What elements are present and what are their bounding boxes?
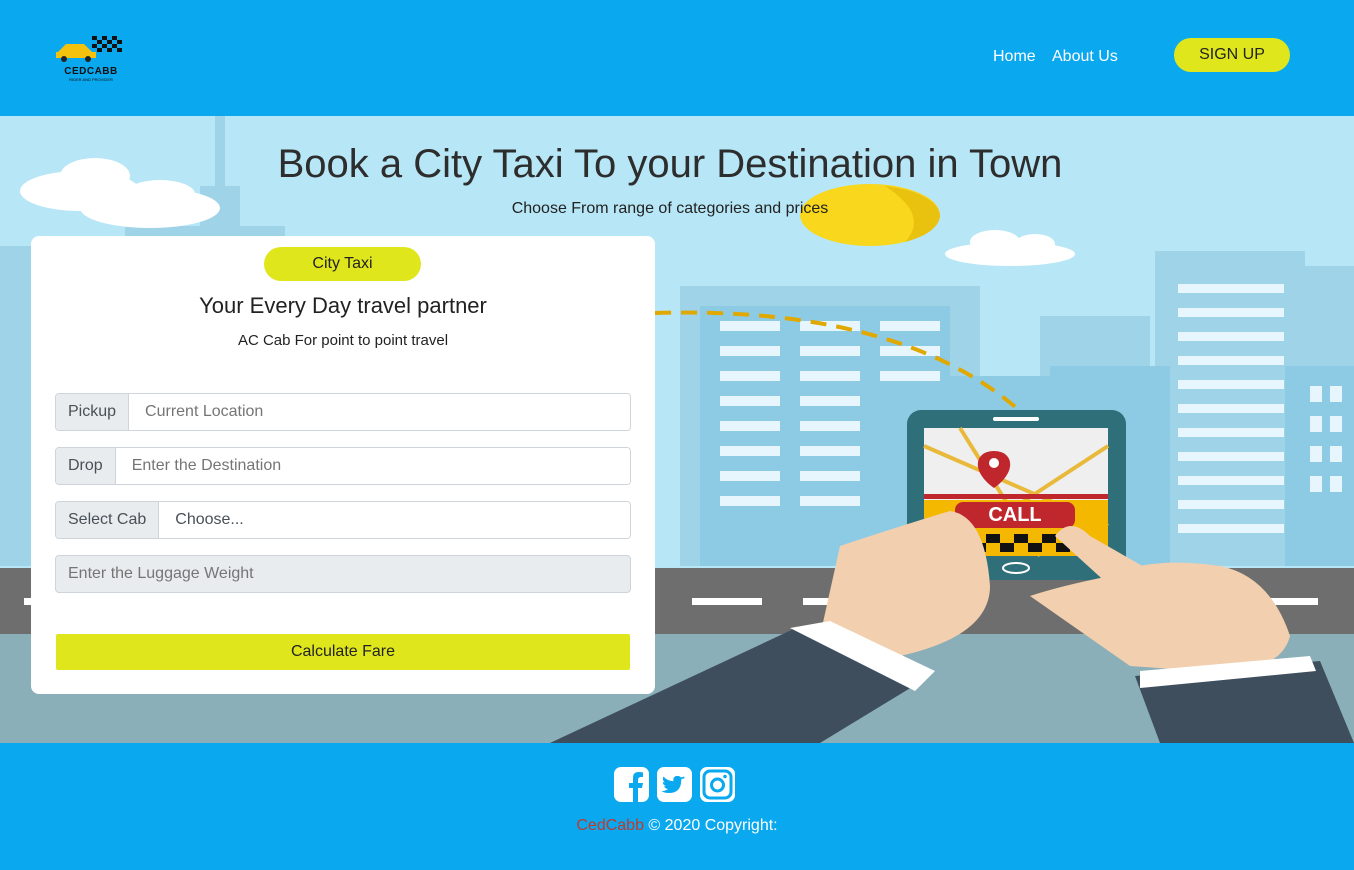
luggage-weight-input[interactable] <box>55 555 631 593</box>
signup-button[interactable]: SIGN UP <box>1174 38 1290 72</box>
nav-home-link[interactable]: Home <box>993 48 1036 66</box>
booking-subtitle: AC Cab For point to point travel <box>237 332 449 349</box>
logo-tagline: RIDER AND PROVIDER <box>69 77 113 82</box>
hero-section: CALL Book a City Taxi To your Destinatio… <box>0 116 1354 743</box>
taxi-logo-icon <box>56 36 122 62</box>
logo[interactable]: CEDCABB RIDER AND PROVIDER <box>48 34 138 84</box>
logo-text: CEDCABB <box>64 66 118 77</box>
hero-title: Book a City Taxi To your Destination in … <box>277 142 1063 186</box>
calculate-fare-button[interactable]: Calculate Fare <box>56 634 630 670</box>
header: CEDCABB RIDER AND PROVIDER Home About Us… <box>0 0 1354 116</box>
facebook-icon[interactable] <box>614 767 649 802</box>
copyright: CedCabb © 2020 Copyright: <box>0 817 1354 835</box>
footer: CedCabb © 2020 Copyright: <box>0 743 1354 870</box>
booking-title: Your Every Day travel partner <box>199 293 487 318</box>
drop-input[interactable] <box>115 448 630 484</box>
twitter-icon[interactable] <box>657 767 692 802</box>
call-label: CALL <box>988 504 1041 526</box>
nav-about-link[interactable]: About Us <box>1052 48 1118 66</box>
drop-label: Drop <box>56 448 116 484</box>
drop-group: Drop <box>55 447 631 485</box>
cab-group: Select Cab Choose... <box>55 501 631 539</box>
instagram-icon[interactable] <box>700 767 735 802</box>
booking-card: City Taxi Your Every Day travel partner … <box>31 236 655 694</box>
brand-link[interactable]: CedCabb <box>576 817 644 834</box>
cab-select[interactable]: Choose... <box>159 502 630 538</box>
copyright-text: © 2020 Copyright: <box>648 817 778 834</box>
pickup-input[interactable] <box>129 394 630 430</box>
select-cab-label: Select Cab <box>56 502 160 538</box>
pickup-group: Pickup <box>55 393 631 431</box>
hero-subtitle: Choose From range of categories and pric… <box>511 200 829 217</box>
pickup-label: Pickup <box>56 394 130 430</box>
city-taxi-badge[interactable]: City Taxi <box>264 247 421 281</box>
